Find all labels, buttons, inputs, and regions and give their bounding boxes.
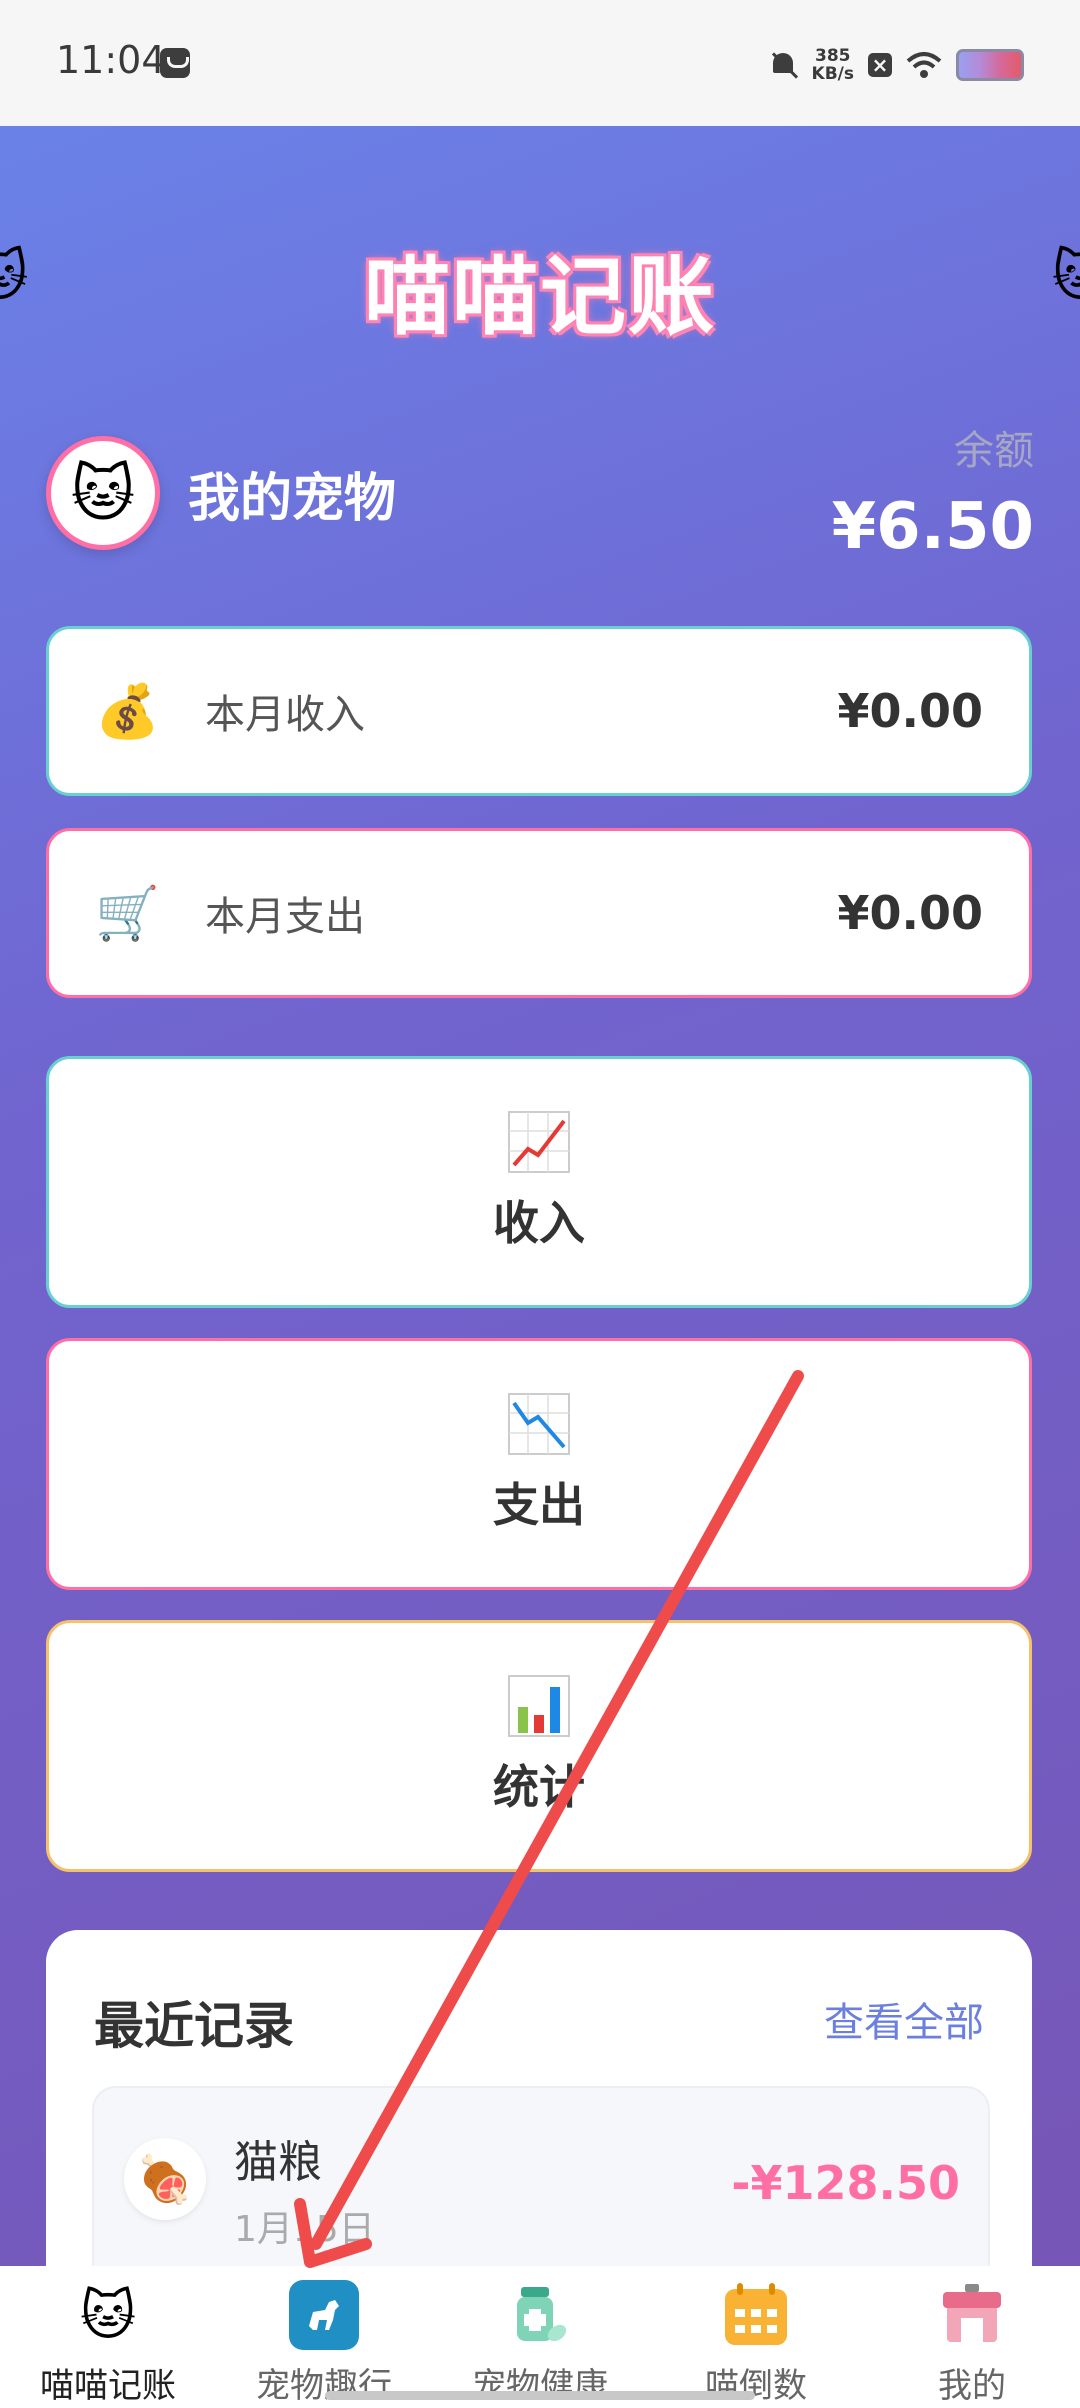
net-speed-value: 385 bbox=[815, 46, 851, 66]
calendar-graphic bbox=[725, 2283, 787, 2345]
bottom-tab-bar: 🐱 喵喵记账 宠物趣行 宠物健康 喵倒数 我的 bbox=[0, 2266, 1080, 2408]
tab-label: 喵喵记账 bbox=[40, 2366, 176, 2406]
main-content: 🐱 喵喵记账 🐱 🐱 我的宠物 余额 ¥6.50 💰 本月收入 ¥0.00 🛒 … bbox=[0, 126, 1080, 2266]
close-icon: × bbox=[868, 53, 892, 77]
tab-meow-accounting[interactable]: 🐱 喵喵记账 bbox=[0, 2266, 216, 2408]
tab-meow-countdown[interactable]: 喵倒数 bbox=[648, 2266, 864, 2408]
monthly-income-card[interactable]: 💰 本月收入 ¥0.00 bbox=[46, 626, 1032, 796]
tab-pet-health[interactable]: 宠物健康 bbox=[432, 2266, 648, 2408]
balance-label: 余额 bbox=[954, 428, 1034, 474]
status-time: 11:04 bbox=[56, 38, 166, 82]
net-speed: 385 KB/s bbox=[812, 47, 854, 83]
tab-mine[interactable]: 我的 bbox=[864, 2266, 1080, 2408]
recent-records-title: 最近记录 bbox=[94, 1997, 294, 2055]
chart-increasing-icon bbox=[508, 1111, 570, 1173]
app-title: 喵喵记账 bbox=[364, 247, 716, 347]
record-date: 1月15日 bbox=[234, 2209, 375, 2250]
expense-button[interactable]: 支出 bbox=[46, 1338, 1032, 1590]
chart-decreasing-icon bbox=[508, 1393, 570, 1455]
pet-name: 我的宠物 bbox=[188, 469, 397, 529]
income-button-label: 收入 bbox=[493, 1196, 585, 1250]
tab-label: 我的 bbox=[938, 2366, 1006, 2406]
battery-icon bbox=[956, 49, 1024, 81]
record-amount: -¥128.50 bbox=[731, 2156, 960, 2210]
medicine-icon bbox=[505, 2280, 575, 2350]
monthly-income-amount: ¥0.00 bbox=[837, 684, 983, 738]
home-indicator[interactable] bbox=[325, 2391, 755, 2400]
statistics-button-label: 统计 bbox=[493, 1760, 585, 1814]
shopping-cart-icon: 🛒 bbox=[95, 883, 160, 944]
tab-pet-outings[interactable]: 宠物趣行 bbox=[216, 2266, 432, 2408]
net-speed-unit: KB/s bbox=[811, 64, 854, 84]
statistics-button[interactable]: 统计 bbox=[46, 1620, 1032, 1872]
cat-avatar-icon: 🐱 bbox=[79, 2283, 137, 2347]
meat-icon: 🍖 bbox=[124, 2138, 206, 2220]
cat-face-icon: 🐱 bbox=[70, 456, 136, 530]
pet-avatar[interactable]: 🐱 bbox=[46, 436, 160, 550]
view-all-link[interactable]: 查看全部 bbox=[824, 1990, 984, 2048]
bar-chart-icon bbox=[508, 1675, 570, 1737]
record-name: 猫粮 bbox=[234, 2137, 322, 2188]
calendar-icon bbox=[721, 2280, 791, 2350]
monthly-expense-amount: ¥0.00 bbox=[837, 886, 983, 940]
monthly-expense-label: 本月支出 bbox=[205, 894, 365, 940]
money-bag-icon: 💰 bbox=[95, 681, 160, 742]
status-icons: 385 KB/s × bbox=[768, 40, 1024, 90]
balance-value: ¥6.50 bbox=[831, 490, 1034, 564]
dog-walk-icon bbox=[289, 2280, 359, 2350]
wifi-icon bbox=[906, 52, 942, 78]
cat-face-icon: 🐱 bbox=[1052, 244, 1080, 309]
status-bar: 11:04 385 KB/s × bbox=[0, 0, 1080, 126]
record-item[interactable]: 🍖 猫粮 1月15日 -¥128.50 bbox=[92, 2086, 990, 2266]
recent-records-panel: 最近记录 查看全部 🍖 猫粮 1月15日 -¥128.50 bbox=[46, 1930, 1032, 2266]
medicine-bottle-icon bbox=[517, 2287, 567, 2342]
store-icon bbox=[937, 2280, 1007, 2350]
store-graphic bbox=[943, 2284, 1001, 2342]
monthly-expense-card[interactable]: 🛒 本月支出 ¥0.00 bbox=[46, 828, 1032, 998]
mute-icon bbox=[768, 50, 798, 80]
notification-icon bbox=[160, 48, 190, 78]
income-button[interactable]: 收入 bbox=[46, 1056, 1032, 1308]
monthly-income-label: 本月收入 bbox=[205, 692, 365, 738]
expense-button-label: 支出 bbox=[493, 1478, 585, 1532]
dog-icon bbox=[309, 2300, 339, 2330]
